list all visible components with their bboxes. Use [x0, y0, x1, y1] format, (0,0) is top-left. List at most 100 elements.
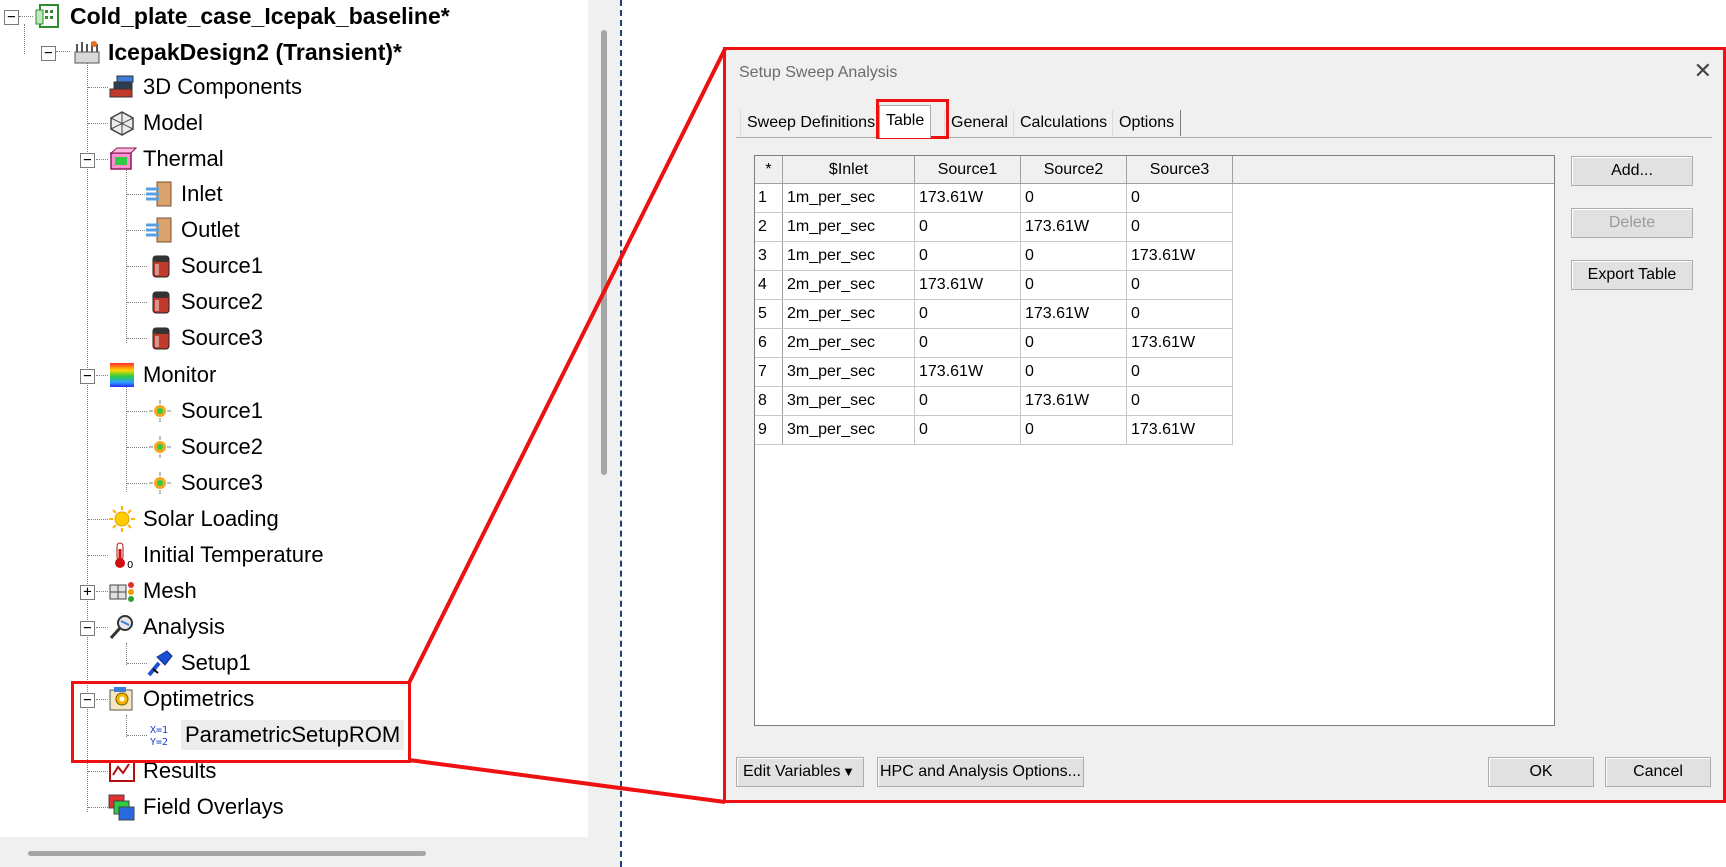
- table-cell[interactable]: 0: [914, 328, 1021, 358]
- tree-item-setup1[interactable]: Setup1: [145, 647, 251, 679]
- table-cell[interactable]: 173.61W: [1020, 212, 1127, 242]
- tree-item-model[interactable]: Model: [107, 107, 203, 139]
- collapse-toggle[interactable]: −: [80, 621, 95, 636]
- table-cell[interactable]: 3m_per_sec: [782, 386, 915, 416]
- tree-item-monitor-source1[interactable]: Source1: [145, 395, 263, 427]
- vertical-scrollbar-thumb[interactable]: [601, 30, 607, 475]
- tree-item-results[interactable]: Results: [107, 755, 216, 787]
- tree-item-parametric-setup-rom[interactable]: X=1 Y=2 ParametricSetupROM: [145, 719, 405, 751]
- collapse-toggle[interactable]: −: [80, 153, 95, 168]
- tab-options[interactable]: Options: [1112, 110, 1182, 136]
- tree-item-monitor-source2[interactable]: Source2: [145, 431, 263, 463]
- table-cell[interactable]: 173.61W: [1126, 328, 1233, 358]
- project-tree[interactable]: − Cold_plate_case_Icepak_baseline* − Ice…: [0, 0, 620, 867]
- tree-item-field-overlays[interactable]: Field Overlays: [107, 791, 284, 823]
- table-cell[interactable]: 0: [914, 212, 1021, 242]
- table-cell[interactable]: 173.61W: [1020, 386, 1127, 416]
- tab-table[interactable]: Table: [879, 105, 932, 138]
- table-row[interactable]: 3 1m_per_sec 0 0 173.61W: [755, 241, 1233, 271]
- table-cell[interactable]: 0: [914, 386, 1021, 416]
- table-cell[interactable]: 0: [1126, 212, 1233, 242]
- table-cell[interactable]: 1m_per_sec: [782, 183, 915, 213]
- table-cell[interactable]: 0: [1126, 183, 1233, 213]
- tree-item-outlet[interactable]: Outlet: [145, 214, 240, 246]
- table-cell[interactable]: 173.61W: [914, 357, 1021, 387]
- expand-toggle[interactable]: +: [80, 585, 95, 600]
- table-cell[interactable]: 173.61W: [1126, 415, 1233, 445]
- tree-item-solar-loading[interactable]: Solar Loading: [107, 503, 279, 535]
- tree-item-thermal[interactable]: Thermal: [107, 143, 224, 175]
- column-header[interactable]: *: [755, 156, 783, 184]
- tab-calculations[interactable]: Calculations: [1013, 110, 1115, 136]
- table-cell[interactable]: 1m_per_sec: [782, 241, 915, 271]
- table-cell[interactable]: 1m_per_sec: [782, 212, 915, 242]
- table-cell[interactable]: 0: [1020, 357, 1127, 387]
- column-header[interactable]: Source3: [1126, 156, 1233, 184]
- horizontal-scrollbar-thumb[interactable]: [28, 851, 426, 856]
- table-row[interactable]: 5 2m_per_sec 0 173.61W 0: [755, 299, 1233, 329]
- table-cell[interactable]: 0: [914, 415, 1021, 445]
- table-cell[interactable]: 0: [1126, 299, 1233, 329]
- column-header[interactable]: Source1: [914, 156, 1021, 184]
- table-row[interactable]: 4 2m_per_sec 173.61W 0 0: [755, 270, 1233, 300]
- hpc-analysis-options-button[interactable]: HPC and Analysis Options...: [877, 757, 1084, 787]
- delete-button[interactable]: Delete: [1571, 208, 1693, 238]
- table-cell[interactable]: 0: [1020, 328, 1127, 358]
- source-cylinder-icon: [152, 255, 170, 278]
- table-cell[interactable]: 0: [1020, 183, 1127, 213]
- tree-item-3d-components[interactable]: 3D Components: [107, 71, 302, 103]
- tab-general[interactable]: General: [944, 110, 1015, 136]
- close-icon[interactable]: ✕: [1694, 58, 1712, 84]
- table-cell[interactable]: 173.61W: [914, 270, 1021, 300]
- collapse-toggle[interactable]: −: [4, 10, 19, 25]
- table-row[interactable]: 2 1m_per_sec 0 173.61W 0: [755, 212, 1233, 242]
- column-header[interactable]: Source2: [1020, 156, 1127, 184]
- table-row[interactable]: 7 3m_per_sec 173.61W 0 0: [755, 357, 1233, 387]
- table-cell[interactable]: 0: [1126, 357, 1233, 387]
- table-cell[interactable]: 173.61W: [1126, 241, 1233, 271]
- tree-item-initial-temperature[interactable]: 0 Initial Temperature: [107, 539, 324, 571]
- tab-sweep-definitions[interactable]: Sweep Definitions: [740, 110, 883, 136]
- tree-item-optimetrics[interactable]: Optimetrics: [107, 683, 254, 715]
- tree-item-monitor-source3[interactable]: Source3: [145, 467, 263, 499]
- table-cell[interactable]: 2m_per_sec: [782, 270, 915, 300]
- table-cell[interactable]: 3m_per_sec: [782, 415, 915, 445]
- setup-sweep-dialog: Setup Sweep Analysis ✕ Sweep Definitions…: [725, 49, 1725, 802]
- table-cell[interactable]: 173.61W: [914, 183, 1021, 213]
- ok-button[interactable]: OK: [1488, 757, 1594, 787]
- collapse-toggle[interactable]: −: [80, 693, 95, 708]
- tree-item-source3[interactable]: Source3: [145, 322, 263, 354]
- table-row[interactable]: 8 3m_per_sec 0 173.61W 0: [755, 386, 1233, 416]
- edit-variables-button[interactable]: Edit Variables ▼: [736, 757, 864, 787]
- table-cell[interactable]: 0: [1020, 415, 1127, 445]
- collapse-toggle[interactable]: −: [41, 46, 56, 61]
- cancel-button[interactable]: Cancel: [1605, 757, 1711, 787]
- table-cell[interactable]: 2m_per_sec: [782, 299, 915, 329]
- table-cell[interactable]: 0: [1020, 270, 1127, 300]
- table-cell[interactable]: 0: [1126, 386, 1233, 416]
- table-cell[interactable]: 0: [1126, 270, 1233, 300]
- tree-item-project[interactable]: Cold_plate_case_Icepak_baseline*: [34, 0, 450, 32]
- table-cell[interactable]: 0: [1020, 241, 1127, 271]
- column-header[interactable]: $Inlet: [782, 156, 915, 184]
- table-cell[interactable]: 0: [914, 241, 1021, 271]
- tree-item-source1[interactable]: Source1: [145, 250, 263, 282]
- pane-splitter[interactable]: [620, 0, 622, 867]
- sweep-table[interactable]: * $Inlet Source1 Source2 Source3 1 1m_per…: [754, 155, 1555, 726]
- table-row[interactable]: 6 2m_per_sec 0 0 173.61W: [755, 328, 1233, 358]
- table-cell[interactable]: 2m_per_sec: [782, 328, 915, 358]
- tree-item-design[interactable]: IcepakDesign2 (Transient)*: [72, 36, 402, 68]
- tree-item-analysis[interactable]: Analysis: [107, 611, 225, 643]
- tree-item-source2[interactable]: Source2: [145, 286, 263, 318]
- table-cell[interactable]: 173.61W: [1020, 299, 1127, 329]
- tree-item-monitor[interactable]: Monitor: [107, 359, 216, 391]
- table-row[interactable]: 9 3m_per_sec 0 0 173.61W: [755, 415, 1233, 445]
- table-row[interactable]: 1 1m_per_sec 173.61W 0 0: [755, 183, 1233, 213]
- tree-item-inlet[interactable]: Inlet: [145, 178, 223, 210]
- add-button[interactable]: Add...: [1571, 156, 1693, 186]
- table-cell[interactable]: 3m_per_sec: [782, 357, 915, 387]
- export-table-button[interactable]: Export Table: [1571, 260, 1693, 290]
- tree-item-mesh[interactable]: Mesh: [107, 575, 197, 607]
- table-cell[interactable]: 0: [914, 299, 1021, 329]
- collapse-toggle[interactable]: −: [80, 369, 95, 384]
